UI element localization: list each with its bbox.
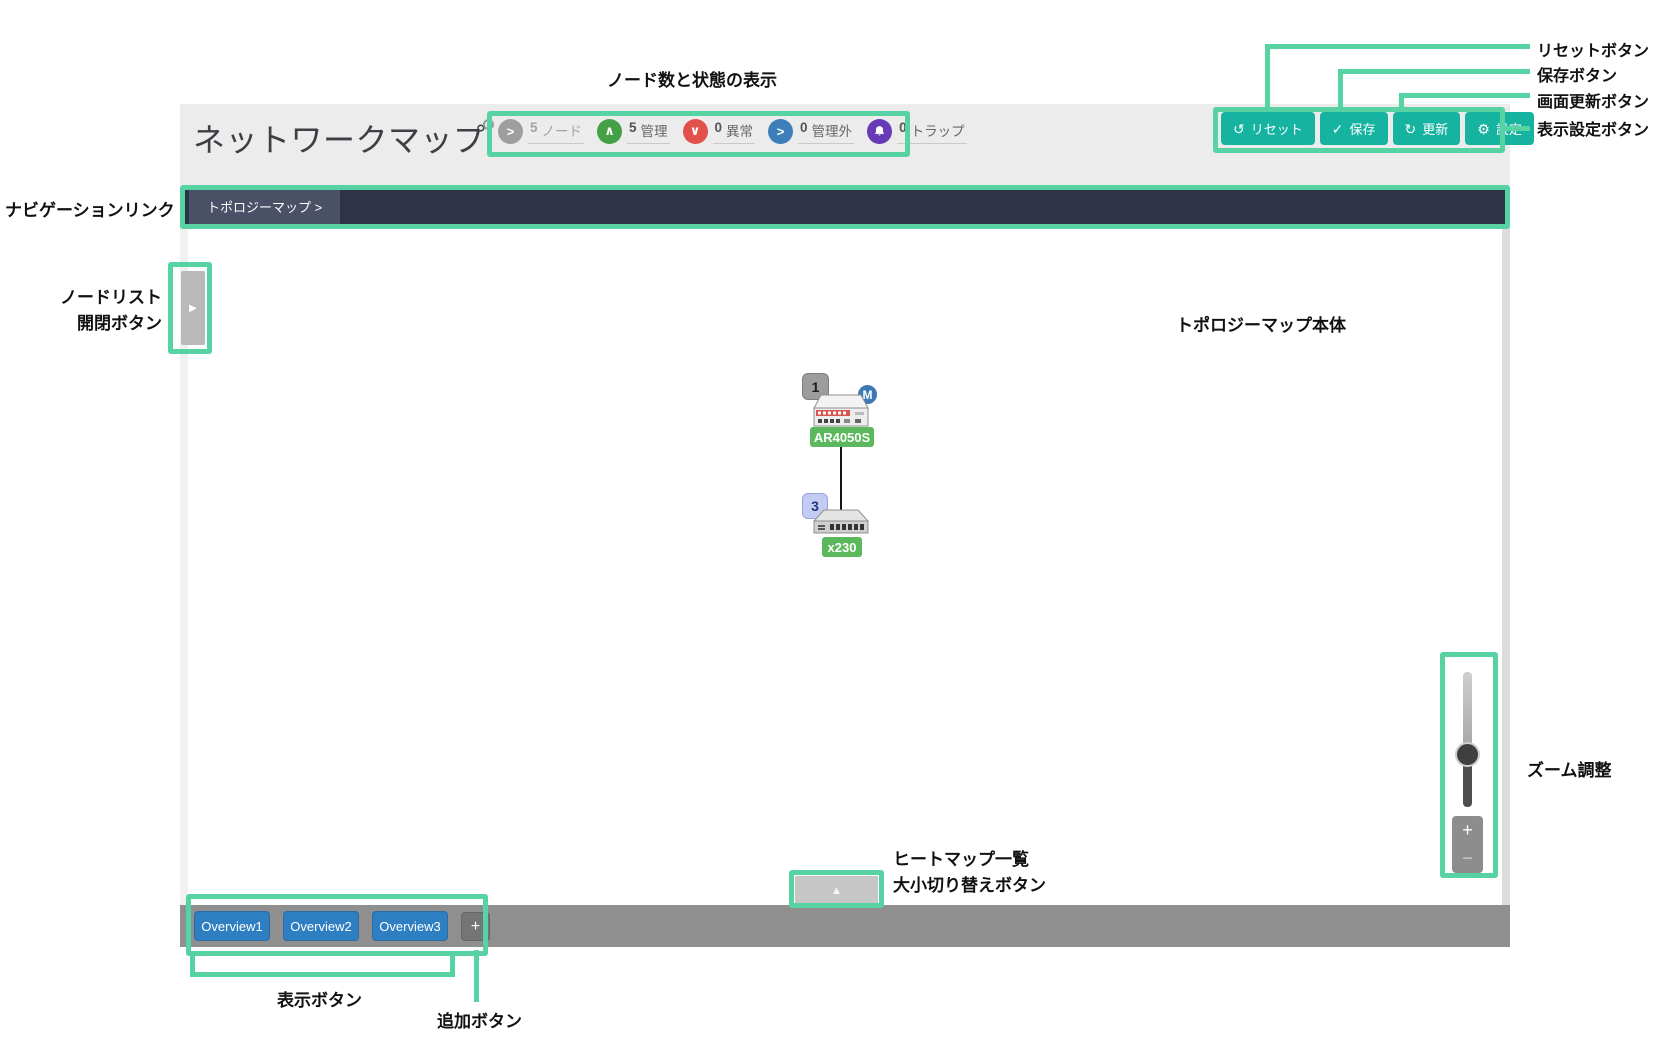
heatmap-list-toggle-button[interactable]: ▲	[795, 876, 878, 903]
triangle-right-icon: ▶	[189, 303, 197, 314]
badge-nodes[interactable]: > 5ノード	[498, 118, 584, 144]
map-right-edge	[1502, 225, 1510, 905]
chevron-up-icon: ∧	[597, 119, 622, 144]
annotation-heatmap-2: 大小切り替えボタン	[893, 871, 1046, 896]
annotation-refresh: 画面更新ボタン	[1537, 88, 1649, 112]
breadcrumb[interactable]: トポロジーマップ >	[189, 190, 340, 225]
annotation-line-reset	[1265, 44, 1530, 49]
annotation-save: 保存ボタン	[1537, 62, 1617, 86]
refresh-button[interactable]: ↻ 更新	[1393, 112, 1461, 145]
overview3-button[interactable]: Overview3	[372, 911, 448, 941]
annotation-zoom-adjust: ズーム調整	[1527, 756, 1612, 781]
overview1-button[interactable]: Overview1	[194, 911, 270, 941]
zoom-out-button[interactable]: −	[1452, 845, 1483, 874]
zoom-in-button[interactable]: +	[1452, 816, 1483, 845]
gear-icon: ⚙	[1477, 122, 1490, 136]
title-info-icon	[483, 119, 494, 130]
annotation-add-button: 追加ボタン	[437, 1007, 522, 1032]
history-icon: ↺	[1233, 122, 1245, 136]
navigation-bar	[180, 190, 1510, 225]
annotation-bracket-bottom	[190, 972, 455, 977]
screenshot-root: ネットワークマップ > 5ノード ∧ 5管理 ∨ 0異常 > 0管理外 0トラッ…	[0, 0, 1673, 1043]
annotation-settings: 表示設定ボタン	[1537, 116, 1649, 140]
annotation-line-refresh	[1399, 93, 1530, 98]
annotation-display-buttons: 表示ボタン	[277, 986, 362, 1011]
node-list-toggle-button[interactable]: ▶	[181, 271, 205, 345]
save-button[interactable]: ✓ 保存	[1320, 112, 1388, 145]
annotation-node-list-1: ノードリスト	[58, 283, 162, 308]
annotation-nodes-status: ノード数と状態の表示	[607, 66, 777, 91]
badge-abnormal[interactable]: ∨ 0異常	[683, 118, 756, 144]
badge-managed[interactable]: ∧ 5管理	[597, 118, 670, 144]
annotation-line-add	[474, 950, 479, 1002]
annotation-line-reset-v	[1265, 44, 1270, 107]
refresh-icon: ↻	[1405, 122, 1417, 136]
chevron-right-icon: >	[498, 119, 523, 144]
chevron-down-icon: ∨	[683, 119, 708, 144]
annotation-line-refresh-v	[1399, 93, 1404, 107]
triangle-up-icon: ▲	[831, 883, 843, 897]
node-label[interactable]: AR4050S	[810, 427, 874, 447]
status-badges: > 5ノード ∧ 5管理 ∨ 0異常 > 0管理外 0トラップ	[498, 118, 967, 144]
bell-icon	[867, 119, 892, 144]
add-overview-button[interactable]: +	[461, 912, 490, 941]
annotation-line-settings	[1500, 126, 1530, 131]
zoom-buttons: + −	[1452, 816, 1483, 873]
header-actions: ↺ リセット ✓ 保存 ↻ 更新 ⚙ 設定	[1221, 112, 1534, 145]
badge-unmanaged[interactable]: > 0管理外	[768, 118, 854, 144]
overview2-button[interactable]: Overview2	[283, 911, 359, 941]
node-label[interactable]: x230	[822, 537, 862, 557]
reset-button[interactable]: ↺ リセット	[1221, 112, 1315, 145]
annotation-line-save	[1338, 69, 1530, 74]
annotation-nav-link: ナビゲーションリンク	[5, 196, 175, 221]
zoom-slider-thumb[interactable]	[1455, 742, 1480, 767]
badge-trap[interactable]: 0トラップ	[867, 118, 967, 144]
annotation-bracket-right	[450, 951, 455, 977]
annotation-line-save-v	[1338, 69, 1343, 107]
annotation-reset: リセットボタン	[1537, 37, 1649, 61]
annotation-heatmap-1: ヒートマップ一覧	[893, 845, 1029, 870]
check-icon: ✓	[1332, 122, 1344, 136]
annotation-node-list-2: 開閉ボタン	[58, 309, 162, 334]
chevron-right-icon: >	[768, 119, 793, 144]
annotation-topology-body: トポロジーマップ本体	[1176, 311, 1346, 336]
page-title: ネットワークマップ	[193, 115, 486, 161]
